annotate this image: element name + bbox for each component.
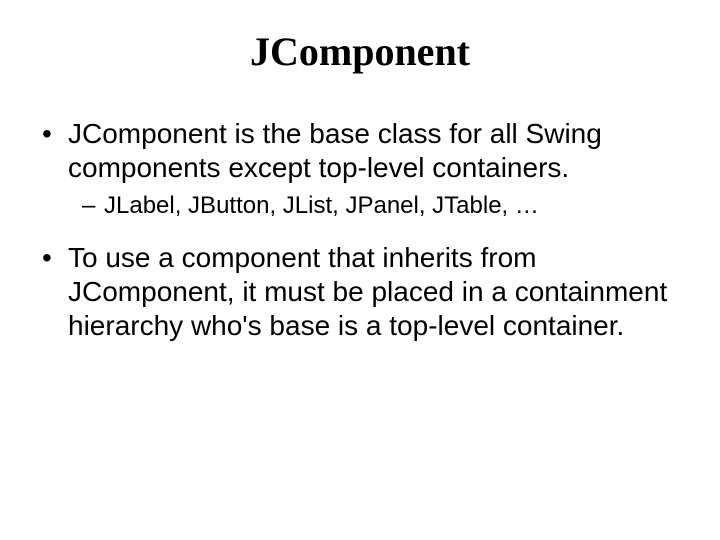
sub-bullet-item: – JLabel, JButton, JList, JPanel, JTable… bbox=[82, 191, 680, 221]
bullet-marker-disc: • bbox=[40, 117, 68, 151]
sub-bullet-text: JLabel, JButton, JList, JPanel, JTable, … bbox=[104, 191, 539, 221]
bullet-text: To use a component that inherits from JC… bbox=[68, 241, 680, 343]
bullet-item: • JComponent is the base class for all S… bbox=[40, 117, 680, 185]
slide-content: • JComponent is the base class for all S… bbox=[40, 117, 680, 343]
bullet-marker-disc: • bbox=[40, 241, 68, 275]
bullet-marker-dash: – bbox=[82, 191, 104, 221]
bullet-item: • To use a component that inherits from … bbox=[40, 241, 680, 343]
slide-title: JComponent bbox=[40, 28, 680, 75]
bullet-text: JComponent is the base class for all Swi… bbox=[68, 117, 680, 185]
